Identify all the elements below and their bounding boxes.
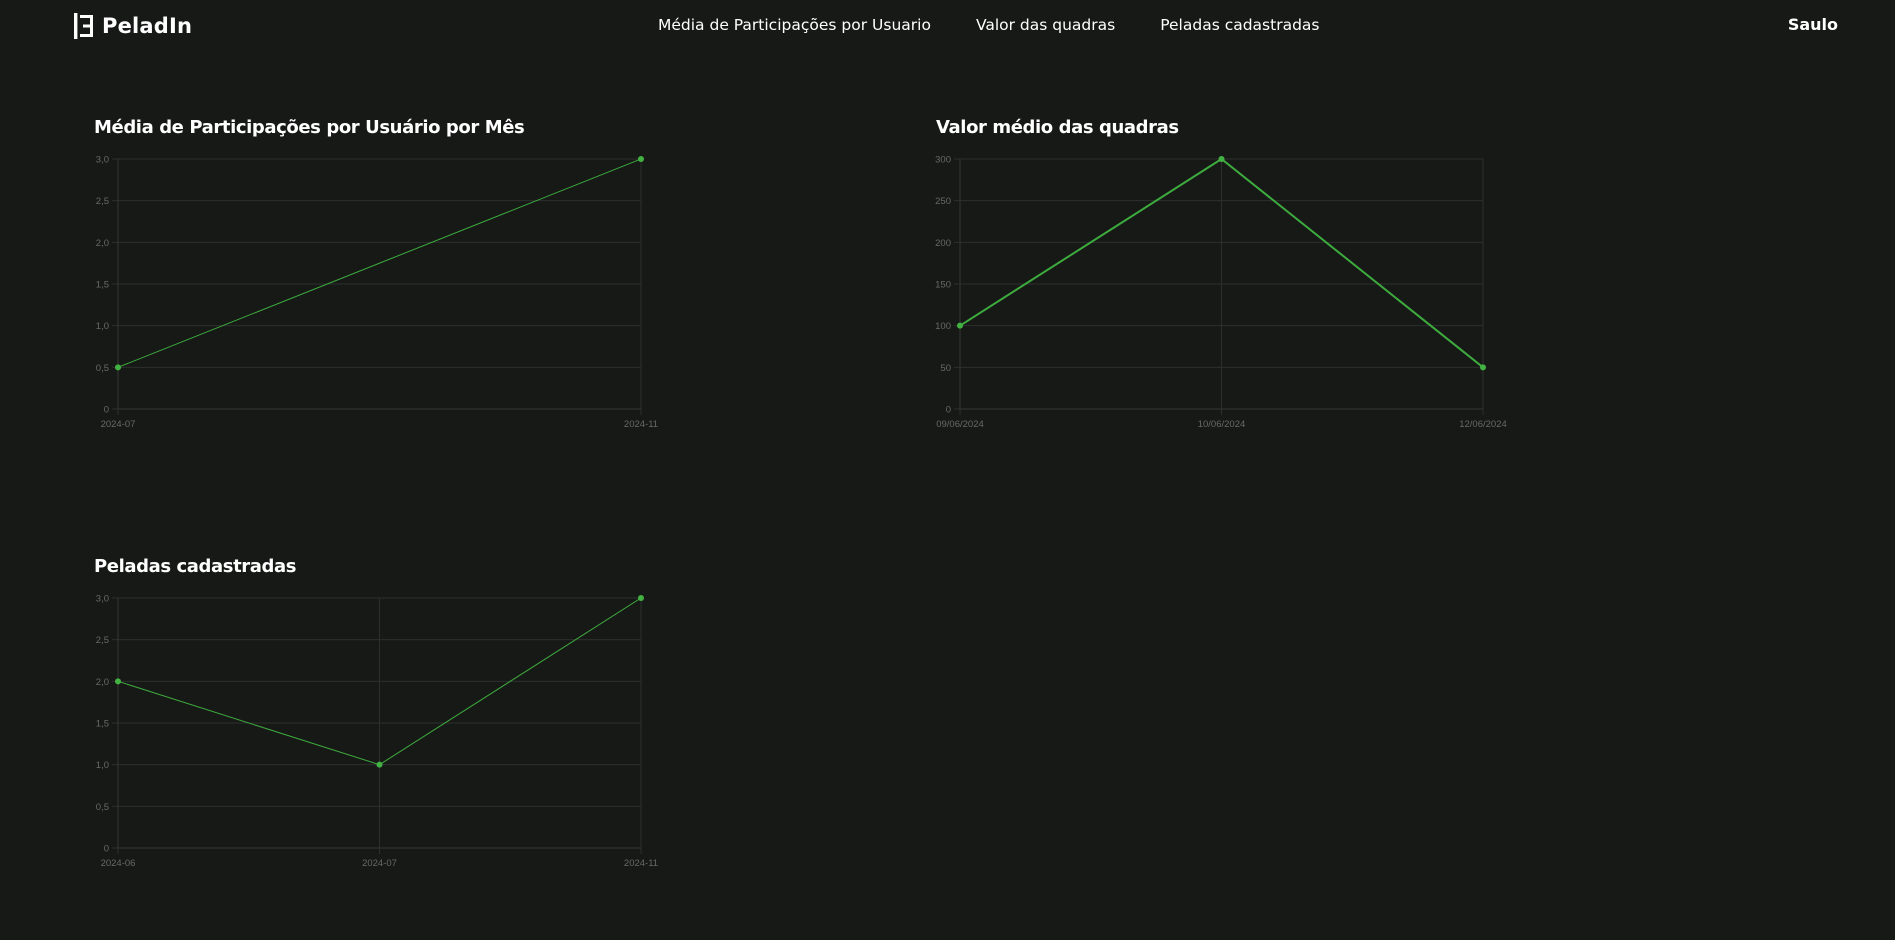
y-tick-label: 50 (940, 363, 951, 374)
y-tick-label: 2,5 (96, 635, 109, 646)
x-tick-label: 2024-06 (101, 858, 136, 869)
series-line (117, 158, 642, 368)
y-tick-label: 200 (935, 238, 951, 249)
brand-name: PeladIn (102, 14, 193, 38)
y-tick-label: 0 (946, 405, 951, 416)
y-tick-label: 0 (104, 405, 109, 416)
chart-title: Valor médio das quadras (936, 117, 1179, 138)
y-tick-label: 250 (935, 196, 951, 207)
chart-peladas: 0 0,5 1,0 1,5 2,0 2,5 3,0 2024-06 2024-07 2024-11 (96, 594, 658, 870)
y-tick-label: 2,5 (96, 196, 109, 207)
top-navbar: PeladIn Média de Participações por Usuar… (0, 0, 1895, 52)
x-tick-label: 2024-07 (362, 858, 397, 869)
data-point (1480, 364, 1486, 371)
chart-valor-quadras: 0 50 100 150 200 250 300 09/06/2024 10/06/2024 12… (935, 155, 1507, 431)
data-point (638, 156, 644, 162)
y-tick-label: 2,0 (96, 238, 109, 249)
user-name[interactable]: Saulo (1788, 15, 1838, 34)
y-tick-label: 300 (935, 155, 951, 166)
y-tick-label: 1,0 (96, 760, 109, 771)
data-point (376, 761, 383, 768)
x-tick-label: 10/06/2024 (1198, 419, 1246, 430)
chart-title: Média de Participações por Usuário por M… (94, 117, 525, 138)
data-point (957, 322, 963, 329)
brand-logo-icon (74, 13, 93, 39)
nav-link-media-participacoes[interactable]: Média de Participações por Usuario (658, 16, 931, 34)
chart-participacoes: 0 0,5 1,0 1,5 2,0 2,5 3,0 2024-07 2024-11 (96, 155, 658, 431)
y-tick-label: 1,5 (96, 719, 109, 730)
y-tick-label: 150 (935, 280, 951, 291)
brand-logo[interactable]: PeladIn (74, 13, 192, 39)
y-tick-label: 1,5 (96, 280, 109, 291)
data-point (638, 595, 644, 601)
y-tick-label: 1,0 (96, 321, 109, 332)
x-tick-label: 2024-11 (624, 858, 658, 869)
y-tick-label: 100 (935, 321, 951, 332)
y-tick-label: 2,0 (96, 677, 109, 688)
chart-title: Peladas cadastradas (94, 556, 297, 577)
x-tick-label: 12/06/2024 (1459, 419, 1507, 430)
x-tick-label: 09/06/2024 (936, 419, 984, 430)
nav-link-peladas-cadastradas[interactable]: Peladas cadastradas (1160, 16, 1319, 34)
x-tick-label: 2024-07 (101, 419, 136, 430)
main-nav: Média de Participações por Usuario Valor… (658, 16, 1320, 34)
y-tick-label: 0,5 (96, 802, 109, 813)
data-point (1218, 156, 1225, 162)
nav-link-valor-quadras[interactable]: Valor das quadras (976, 16, 1115, 34)
y-tick-label: 0,5 (96, 363, 109, 374)
y-tick-label: 3,0 (96, 155, 109, 166)
y-tick-label: 3,0 (96, 594, 109, 605)
y-tick-label: 0 (104, 844, 109, 855)
data-point (115, 678, 121, 685)
data-point (115, 364, 121, 371)
x-tick-label: 2024-11 (624, 419, 658, 430)
